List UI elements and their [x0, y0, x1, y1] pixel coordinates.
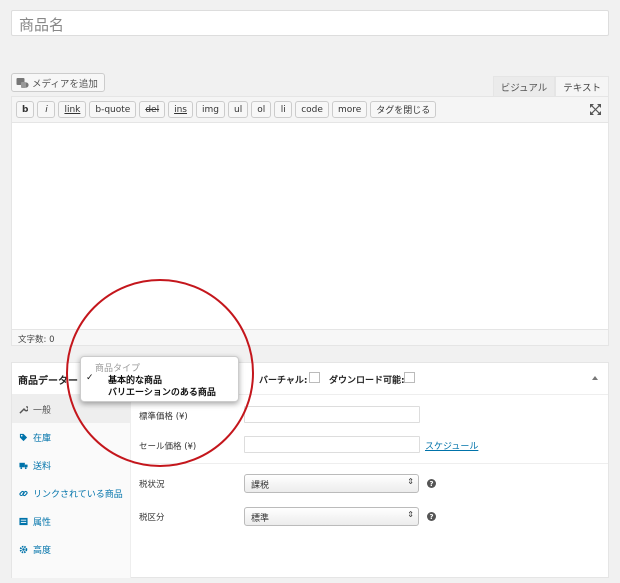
content-editor-textarea[interactable]: [11, 122, 609, 330]
add-media-label: メディアを追加: [32, 78, 98, 90]
product-title-input[interactable]: 商品名: [11, 10, 609, 36]
tab-inventory-label: 在庫: [33, 433, 52, 444]
qt-img-button[interactable]: img: [196, 101, 225, 118]
qt-close-tags-button[interactable]: タグを閉じる: [370, 101, 437, 118]
tax-class-label: 税区分: [139, 513, 165, 523]
add-media-button[interactable]: メディアを追加: [11, 73, 105, 92]
fullscreen-icon[interactable]: [589, 103, 602, 116]
tax-status-select[interactable]: 課税 ⇕: [244, 474, 419, 493]
tab-shipping-label: 送料: [33, 461, 52, 472]
list-icon: [19, 517, 28, 525]
tab-attributes-label: 属性: [33, 517, 52, 528]
tag-icon: [19, 433, 28, 441]
qt-ul-button[interactable]: ul: [227, 101, 249, 118]
option-variable-product[interactable]: バリエーションのある商品: [108, 385, 216, 398]
downloadable-checkbox[interactable]: [404, 372, 415, 383]
downloadable-label: ダウンロード可能:: [329, 376, 405, 386]
tab-advanced[interactable]: 高度: [12, 535, 131, 563]
tax-status-label: 税状況: [139, 480, 165, 490]
tab-inventory[interactable]: 在庫: [12, 423, 131, 451]
collapse-arrow-icon[interactable]: [592, 376, 598, 380]
virtual-checkbox[interactable]: [309, 372, 320, 383]
section-divider: [132, 463, 608, 464]
tab-visual[interactable]: ビジュアル: [492, 76, 556, 96]
tab-advanced-label: 高度: [33, 545, 52, 556]
product-data-tabs: 一般 在庫 送料 リンクされている商品 属性 高度: [12, 395, 131, 578]
qt-ins-button[interactable]: ins: [168, 101, 193, 118]
qt-del-button[interactable]: del: [139, 101, 166, 118]
qt-ol-button[interactable]: ol: [251, 101, 272, 118]
product-data-title: 商品データー: [18, 376, 78, 387]
editor-status-bar: 文字数: 0: [11, 330, 609, 346]
qt-li-button[interactable]: li: [274, 101, 293, 118]
gear-icon: [19, 545, 28, 553]
qt-italic-button[interactable]: i: [37, 101, 56, 118]
qt-bold-button[interactable]: b: [16, 101, 35, 118]
qt-link-button[interactable]: link: [58, 101, 87, 118]
virtual-label: バーチャル:: [259, 376, 308, 386]
tab-linked-products[interactable]: リンクされている商品: [12, 479, 131, 507]
tab-text[interactable]: テキスト: [555, 76, 609, 96]
qt-code-button[interactable]: code: [295, 101, 329, 118]
select-arrows-icon: ⇕: [407, 477, 414, 486]
sale-price-input[interactable]: [244, 436, 420, 453]
tax-class-value: 標準: [251, 514, 270, 524]
tab-linked-products-label: リンクされている商品: [33, 489, 123, 500]
link-icon: [19, 490, 28, 496]
regular-price-input[interactable]: [244, 406, 420, 423]
media-icon: [16, 77, 29, 88]
product-type-dropdown[interactable]: 商品タイプ ✓ 基本的な商品 バリエーションのある商品: [80, 356, 239, 402]
tab-general-label: 一般: [33, 405, 52, 416]
schedule-link[interactable]: スケジュール: [425, 439, 478, 452]
check-icon: ✓: [86, 373, 94, 383]
word-count: 文字数: 0: [18, 335, 55, 345]
editor-tabs: ビジュアル テキスト: [492, 76, 609, 96]
tax-status-value: 課税: [251, 481, 270, 491]
quicktags-toolbar: b i link b-quote del ins img ul ol li co…: [11, 96, 609, 122]
qt-blockquote-button[interactable]: b-quote: [89, 101, 137, 118]
sale-price-label: セール価格 (¥): [139, 442, 197, 452]
wrench-icon: [19, 405, 28, 414]
qt-more-button[interactable]: more: [331, 101, 368, 118]
tax-class-select[interactable]: 標準 ⇕: [244, 507, 419, 526]
truck-icon: [19, 462, 28, 469]
tab-shipping[interactable]: 送料: [12, 451, 131, 479]
help-icon[interactable]: ?: [427, 512, 436, 521]
tab-attributes[interactable]: 属性: [12, 507, 131, 535]
select-arrows-icon: ⇕: [407, 510, 414, 519]
regular-price-label: 標準価格 (¥): [139, 412, 188, 422]
help-icon[interactable]: ?: [427, 479, 436, 488]
